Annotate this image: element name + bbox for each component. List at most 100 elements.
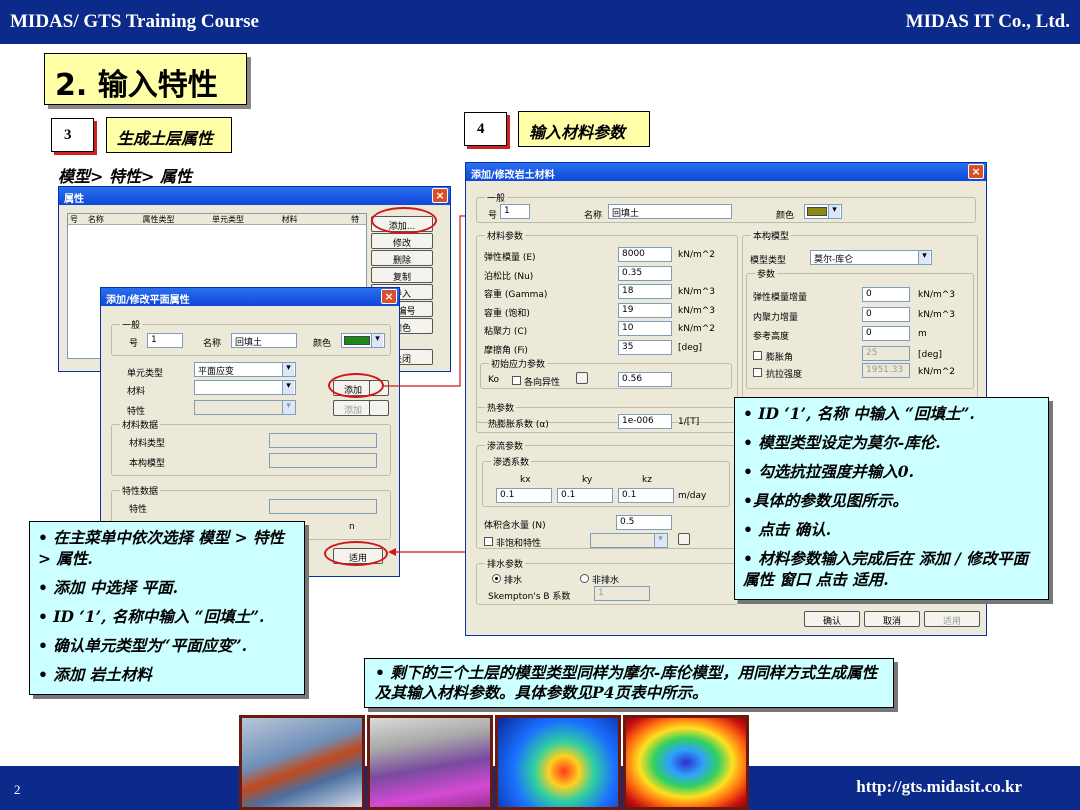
modify-button[interactable]: 修改 (371, 233, 433, 249)
dilation-label: 膨胀角 (766, 353, 794, 363)
page-number: 2 (14, 782, 21, 797)
color-picker[interactable] (341, 333, 385, 348)
dilation-checkbox[interactable] (753, 351, 762, 360)
dilation-field[interactable]: 25 (862, 346, 910, 361)
note-item: • ID ‘1’, 名称 中输入 “回填土”. (743, 404, 975, 423)
apply-button[interactable]: 适用 (924, 611, 980, 627)
close-icon[interactable]: × (968, 164, 984, 179)
model-thumbnail-4 (623, 715, 749, 810)
instructions-bottom: • 剩下的三个土层的模型类型同样为摩尔-库伦模型，用同样方式生成属性及其输入材料… (364, 658, 894, 708)
anisotropic-label: 各向异性 (524, 378, 561, 388)
unsaturated-edit-button[interactable] (678, 533, 690, 545)
ok-button[interactable]: 确认 (804, 611, 860, 627)
constitutive-field (269, 453, 377, 468)
property-select[interactable] (194, 400, 296, 415)
water-content-field[interactable]: 0.5 (616, 515, 672, 530)
constitutive-label: 本构模型 (129, 459, 166, 469)
step-4-label: 输入材料参数 (518, 111, 650, 147)
k-unit: m/day (678, 491, 707, 501)
param-label: 容重 (饱和) (484, 308, 530, 319)
name-field[interactable]: 回填土 (608, 204, 732, 219)
name-field[interactable]: 回填土 (231, 333, 297, 348)
param-field[interactable]: 0.35 (618, 265, 672, 281)
anisotropic-checkbox[interactable] (512, 376, 521, 385)
note-item: • 勾选抗拉强度并输入0. (743, 461, 914, 481)
skempton-label: Skempton's B 系数 (488, 592, 571, 602)
cancel-button[interactable]: 取消 (864, 611, 920, 627)
model-param-unit: kN/m^3 (918, 290, 956, 300)
drained-label: 排水 (504, 576, 523, 586)
note-item: • 模型类型设定为莫尔-库伦. (743, 432, 941, 452)
param-unit: kN/m^3 (678, 287, 716, 297)
model-type-select[interactable]: 莫尔-库仑 (810, 250, 932, 265)
group-label: 初始应力参数 (489, 357, 548, 370)
col-header[interactable]: 属性类型 (143, 214, 213, 224)
plane-dialog-titlebar: 添加/修改平面属性 × (101, 288, 399, 306)
ko-calc-button[interactable] (576, 372, 588, 384)
material-select[interactable] (194, 380, 296, 395)
group-label: 一般 (120, 318, 143, 331)
color-label: 颜色 (313, 339, 332, 349)
col-header[interactable]: 单元类型 (212, 214, 282, 224)
col-header[interactable]: 号 (68, 214, 88, 224)
ky-field[interactable]: 0.1 (557, 488, 613, 503)
group-label: 渗流参数 (485, 439, 526, 452)
close-icon[interactable]: × (432, 188, 448, 203)
id-field[interactable]: 1 (500, 204, 530, 219)
unsaturated-select[interactable] (590, 533, 668, 548)
undrained-radio[interactable] (580, 574, 589, 583)
param-field[interactable]: 8000 (618, 247, 672, 262)
delete-button[interactable]: 删除 (371, 250, 433, 266)
tension-checkbox[interactable] (753, 368, 762, 377)
kz-field[interactable]: 0.1 (618, 488, 674, 503)
model-param-field[interactable]: 0 (862, 287, 910, 302)
name-label: 名称 (203, 339, 222, 349)
geo-dialog-titlebar: 添加/修改岩土材料 × (466, 163, 986, 181)
property-extra-button[interactable] (369, 400, 389, 416)
thermal-coef-field[interactable]: 1e-006 (618, 414, 672, 429)
unsaturated-checkbox[interactable] (484, 537, 493, 546)
material-type-field (269, 433, 377, 448)
tension-field[interactable]: 1951.33 (862, 363, 910, 378)
element-type-select[interactable]: 平面应变 (194, 362, 296, 377)
model-param-field[interactable]: 0 (862, 326, 910, 341)
param-unit: kN/m^2 (678, 324, 716, 334)
kx-field[interactable]: 0.1 (496, 488, 552, 503)
col-header[interactable]: 名称 (88, 214, 143, 224)
color-picker[interactable] (804, 204, 842, 219)
id-label: 号 (488, 211, 498, 221)
col-header[interactable]: 特 (351, 214, 366, 224)
instructions-right: • ID ‘1’, 名称 中输入 “回填土”. • 模型类型设定为莫尔-库伦. … (734, 397, 1049, 600)
param-field[interactable]: 18 (618, 284, 672, 299)
properties-list-header: 号 名称 属性类型 单元类型 材料 特 (68, 214, 366, 225)
dilation-unit: [deg] (918, 350, 942, 360)
geo-dialog-title: 添加/修改岩土材料 (471, 170, 555, 181)
group-label: 一般 (485, 191, 508, 204)
param-field[interactable]: 19 (618, 302, 672, 318)
col-header[interactable]: 材料 (282, 214, 352, 224)
model-param-label: 弹性模量增量 (753, 293, 808, 303)
ko-label: Ko (488, 375, 499, 385)
note-item: • 在主菜单中依次选择 模型 > 特性 > 属性. (38, 528, 284, 568)
ko-field[interactable]: 0.56 (618, 372, 672, 387)
id-field[interactable]: 1 (147, 333, 183, 348)
add-property-button[interactable]: 添加 (333, 400, 373, 416)
copy-button[interactable]: 复制 (371, 267, 433, 283)
group-label: 材料参数 (485, 229, 526, 242)
group-label: 排水参数 (485, 557, 526, 570)
step-4-number: 4 (464, 112, 507, 146)
param-field[interactable]: 35 (618, 339, 672, 355)
instructions-left: • 在主菜单中依次选择 模型 > 特性 > 属性. • 添加 中选择 平面. •… (29, 521, 305, 695)
group-label: 参数 (755, 267, 778, 280)
param-unit: kN/m^2 (678, 250, 716, 260)
step-3-number: 3 (51, 118, 94, 152)
highlight-oval (328, 373, 384, 398)
model-param-label: 内聚力增量 (753, 312, 799, 323)
drained-radio[interactable] (492, 574, 501, 583)
note-item: •具体的参数见图所示。 (743, 490, 908, 510)
param-field[interactable]: 10 (618, 321, 672, 336)
skempton-field[interactable]: 1 (594, 586, 650, 601)
model-param-field[interactable]: 0 (862, 306, 910, 322)
property-data-label: 特性 (129, 505, 148, 515)
close-icon[interactable]: × (381, 289, 397, 304)
